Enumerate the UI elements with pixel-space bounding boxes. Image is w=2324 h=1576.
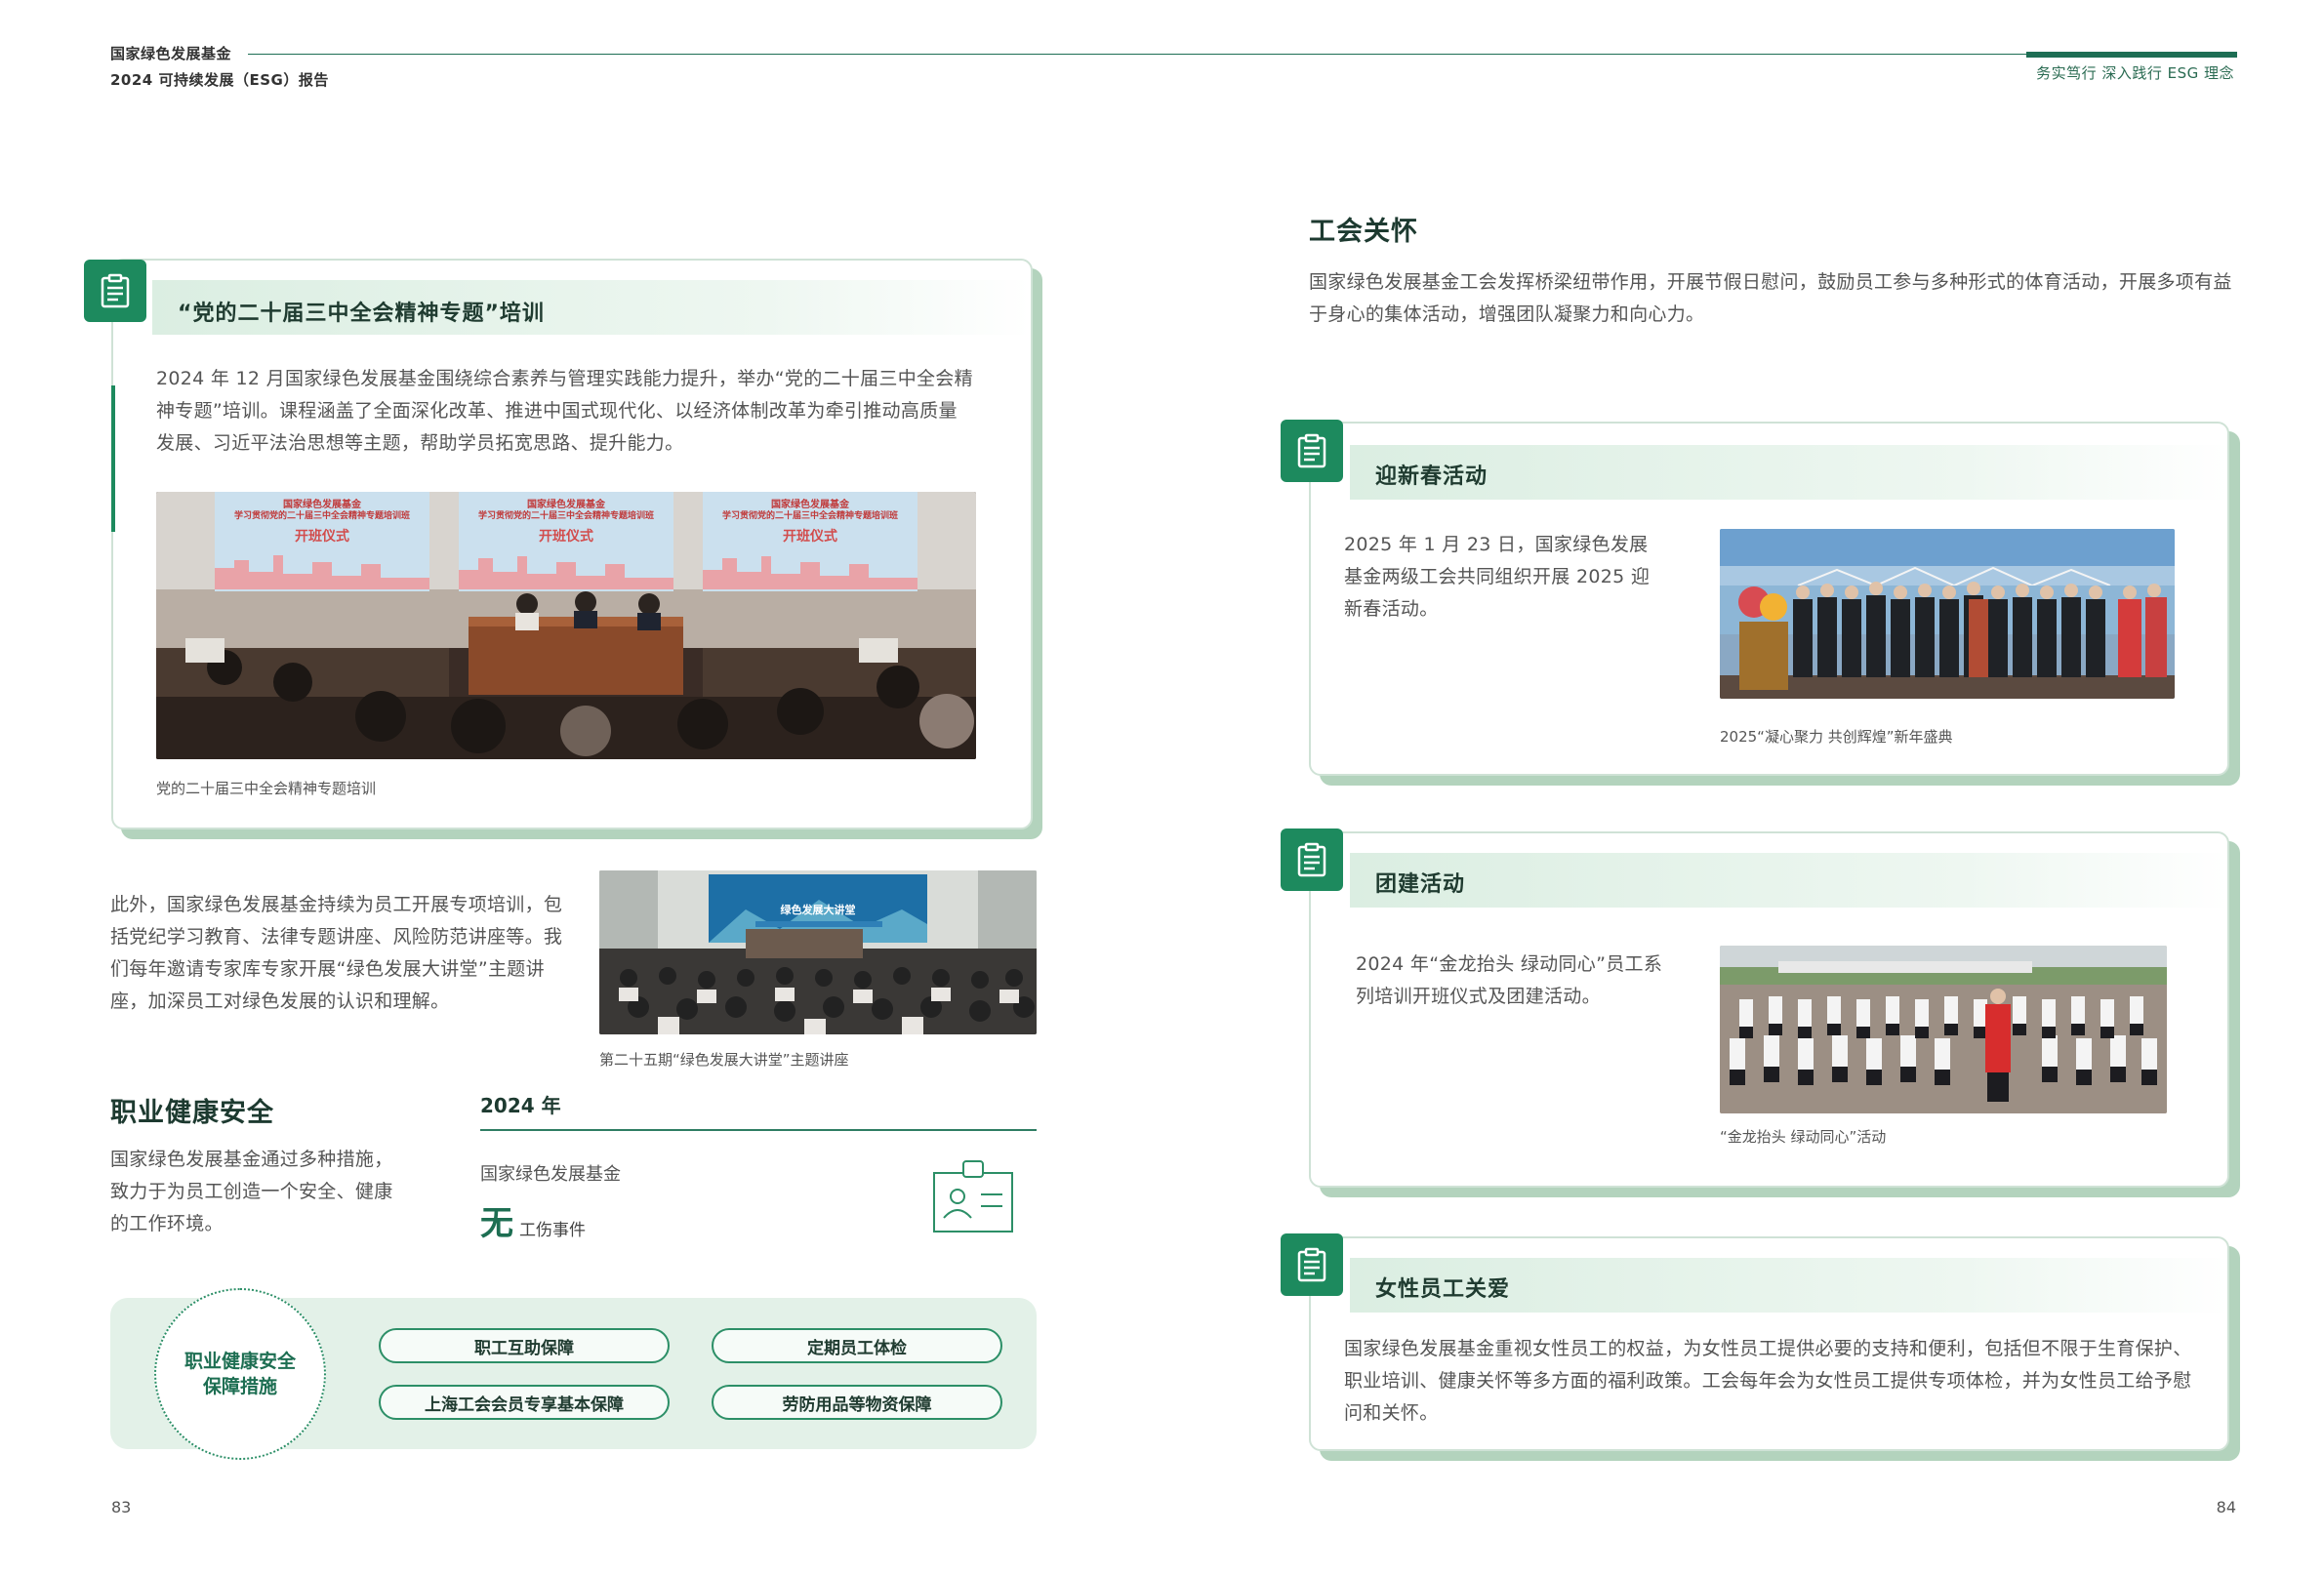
team-card-icon-box <box>1281 828 1343 891</box>
header-report-title: 2024 可持续发展（ESG）报告 <box>110 71 329 89</box>
spring-card-icon-box <box>1281 420 1343 482</box>
women-card-title: 女性员工关爱 <box>1375 1277 1511 1302</box>
header-accent-bar <box>2026 52 2237 58</box>
measures-circle-label: 职业健康安全保障措施 <box>183 1351 296 1397</box>
training-card: “党的二十届三中全会精神专题”培训 2024 年 12 月国家绿色发展基金围绕综… <box>111 259 1033 829</box>
ohs-title: 职业健康安全 <box>110 1098 274 1128</box>
training-card-accent <box>111 385 115 532</box>
banner-sub-3: 开班仪式 <box>783 530 837 545</box>
banner-title-1: 学习贯彻党的二十届三中全会精神专题培训班 <box>233 510 410 520</box>
ohs-year-rule <box>480 1129 1037 1131</box>
header-slogan: 务实笃行 深入践行 ESG 理念 <box>2036 64 2234 82</box>
measure-pill-mutual-aid: 职工互助保障 <box>379 1328 670 1363</box>
union-body: 国家绿色发展基金工会发挥桥梁纽带作用，开展节假日慰问，鼓励员工参与多种形式的体育… <box>1309 271 2232 325</box>
spring-photo-caption: 2025“凝心聚力 共创辉煌”新年盛典 <box>1720 728 1953 746</box>
page-number-left: 83 <box>111 1498 132 1516</box>
clipboard-icon <box>1297 842 1326 877</box>
team-photo-caption: “金龙抬头 绿动同心”活动 <box>1720 1128 1887 1146</box>
women-card: 女性员工关爱 国家绿色发展基金重视女性员工的权益，为女性员工提供必要的支持和便利… <box>1309 1236 2229 1451</box>
lecture-photo-graphic <box>599 870 1037 1034</box>
employee-id-card-icon <box>933 1160 1013 1233</box>
clipboard-icon <box>101 273 130 308</box>
banner-sub-1: 开班仪式 <box>295 530 349 545</box>
ohs-stat-org: 国家绿色发展基金 <box>480 1164 621 1185</box>
training-card-title: “党的二十届三中全会精神专题”培训 <box>178 302 545 326</box>
banner-title-2: 学习贯彻党的二十届三中全会精神专题培训班 <box>477 510 654 520</box>
banner-sub-2: 开班仪式 <box>539 530 593 545</box>
training-photo: 国家绿色发展基金 学习贯彻党的二十届三中全会精神专题培训班 开班仪式 国家绿色发… <box>156 492 976 759</box>
team-photo <box>1720 946 2167 1113</box>
team-card-title: 团建活动 <box>1375 872 1466 897</box>
page-number-right: 84 <box>2216 1498 2236 1516</box>
header-org: 国家绿色发展基金 <box>110 45 232 62</box>
spring-photo-graphic <box>1720 529 2175 699</box>
team-photo-graphic <box>1720 946 2167 1113</box>
banner-title-3: 学习贯彻党的二十届三中全会精神专题培训班 <box>721 510 898 520</box>
special-training-body: 此外，国家绿色发展基金持续为员工开展专项培训，包括党纪学习教育、法律专题讲座、风… <box>110 894 563 1012</box>
measures-circle: 职业健康安全保障措施 <box>154 1288 326 1460</box>
training-card-body: 2024 年 12 月国家绿色发展基金围绕综合素养与管理实践能力提升，举办“党的… <box>156 368 973 454</box>
women-card-icon-box <box>1281 1233 1343 1296</box>
header-rule <box>248 54 2237 55</box>
training-card-icon-box <box>84 260 146 322</box>
measure-pill-protective-supplies: 劳防用品等物资保障 <box>712 1385 1002 1420</box>
lecture-screen-title: 绿色发展大讲堂 <box>780 904 856 916</box>
women-card-body: 国家绿色发展基金重视女性员工的权益，为女性员工提供必要的支持和便利，包括但不限于… <box>1344 1338 2192 1424</box>
spring-photo <box>1720 529 2175 699</box>
clipboard-icon <box>1297 1247 1326 1282</box>
ohs-stat-unit: 工伤事件 <box>519 1221 586 1240</box>
spring-card-title: 迎新春活动 <box>1375 465 1488 489</box>
lecture-photo: 绿色发展大讲堂 <box>599 870 1037 1034</box>
measure-pill-union-insurance: 上海工会会员专享基本保障 <box>379 1385 670 1420</box>
spring-card-body: 2025 年 1 月 23 日，国家绿色发展基金两级工会共同组织开展 2025 … <box>1344 534 1651 620</box>
lecture-photo-caption: 第二十五期“绿色发展大讲堂”主题讲座 <box>599 1051 849 1069</box>
team-card: 团建活动 2024 年“金龙抬头 绿动同心”员工系列培训开班仪式及团建活动。 “… <box>1309 831 2229 1188</box>
team-card-body: 2024 年“金龙抬头 绿动同心”员工系列培训开班仪式及团建活动。 <box>1356 953 1663 1007</box>
ohs-stat-value: 无 <box>480 1204 513 1243</box>
training-photo-caption: 党的二十届三中全会精神专题培训 <box>156 780 377 797</box>
measure-pill-health-check: 定期员工体检 <box>712 1328 1002 1363</box>
spring-card: 迎新春活动 2025 年 1 月 23 日，国家绿色发展基金两级工会共同组织开展… <box>1309 422 2229 776</box>
union-title: 工会关怀 <box>1309 217 1418 247</box>
team-card-title-band <box>1350 853 2228 908</box>
clipboard-icon <box>1297 433 1326 468</box>
ohs-year-label: 2024 年 <box>480 1094 561 1117</box>
ohs-body: 国家绿色发展基金通过多种措施，致力于为员工创造一个安全、健康的工作环境。 <box>110 1149 393 1234</box>
